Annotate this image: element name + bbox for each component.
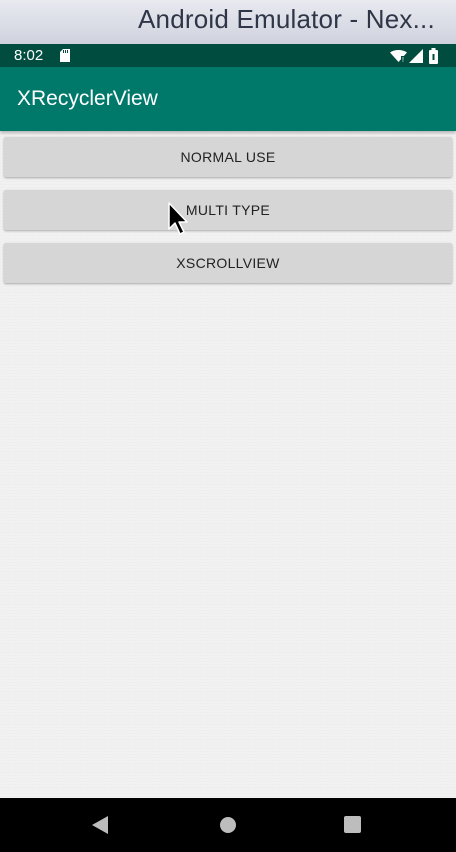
battery-icon (429, 48, 438, 64)
multi-type-button[interactable]: MULTI TYPE (4, 190, 452, 230)
svg-text:!: ! (402, 57, 404, 62)
emulator-window-titlebar[interactable]: Android Emulator - Nex... (0, 0, 456, 44)
cell-signal-icon (409, 49, 423, 63)
home-icon[interactable] (219, 816, 237, 834)
back-icon[interactable] (91, 815, 109, 835)
main-content: NORMAL USE MULTI TYPE XSCROLLVIEW (0, 131, 456, 798)
navigation-bar (0, 798, 456, 852)
app-title: XRecyclerView (17, 87, 158, 110)
recents-icon[interactable] (344, 816, 361, 833)
app-toolbar: XRecyclerView (0, 67, 456, 131)
emulator-frame: Android Emulator - Nex... 8:02 ! XRecycl… (0, 0, 456, 852)
normal-use-button[interactable]: NORMAL USE (4, 137, 452, 177)
sd-card-icon (60, 49, 70, 62)
xscrollview-button[interactable]: XSCROLLVIEW (4, 243, 452, 283)
wifi-icon: ! (390, 50, 407, 62)
window-title: Android Emulator - Nex... (138, 4, 435, 34)
status-time: 8:02 (14, 47, 44, 64)
mouse-pointer-icon (168, 202, 188, 235)
status-bar: 8:02 ! (0, 44, 456, 67)
